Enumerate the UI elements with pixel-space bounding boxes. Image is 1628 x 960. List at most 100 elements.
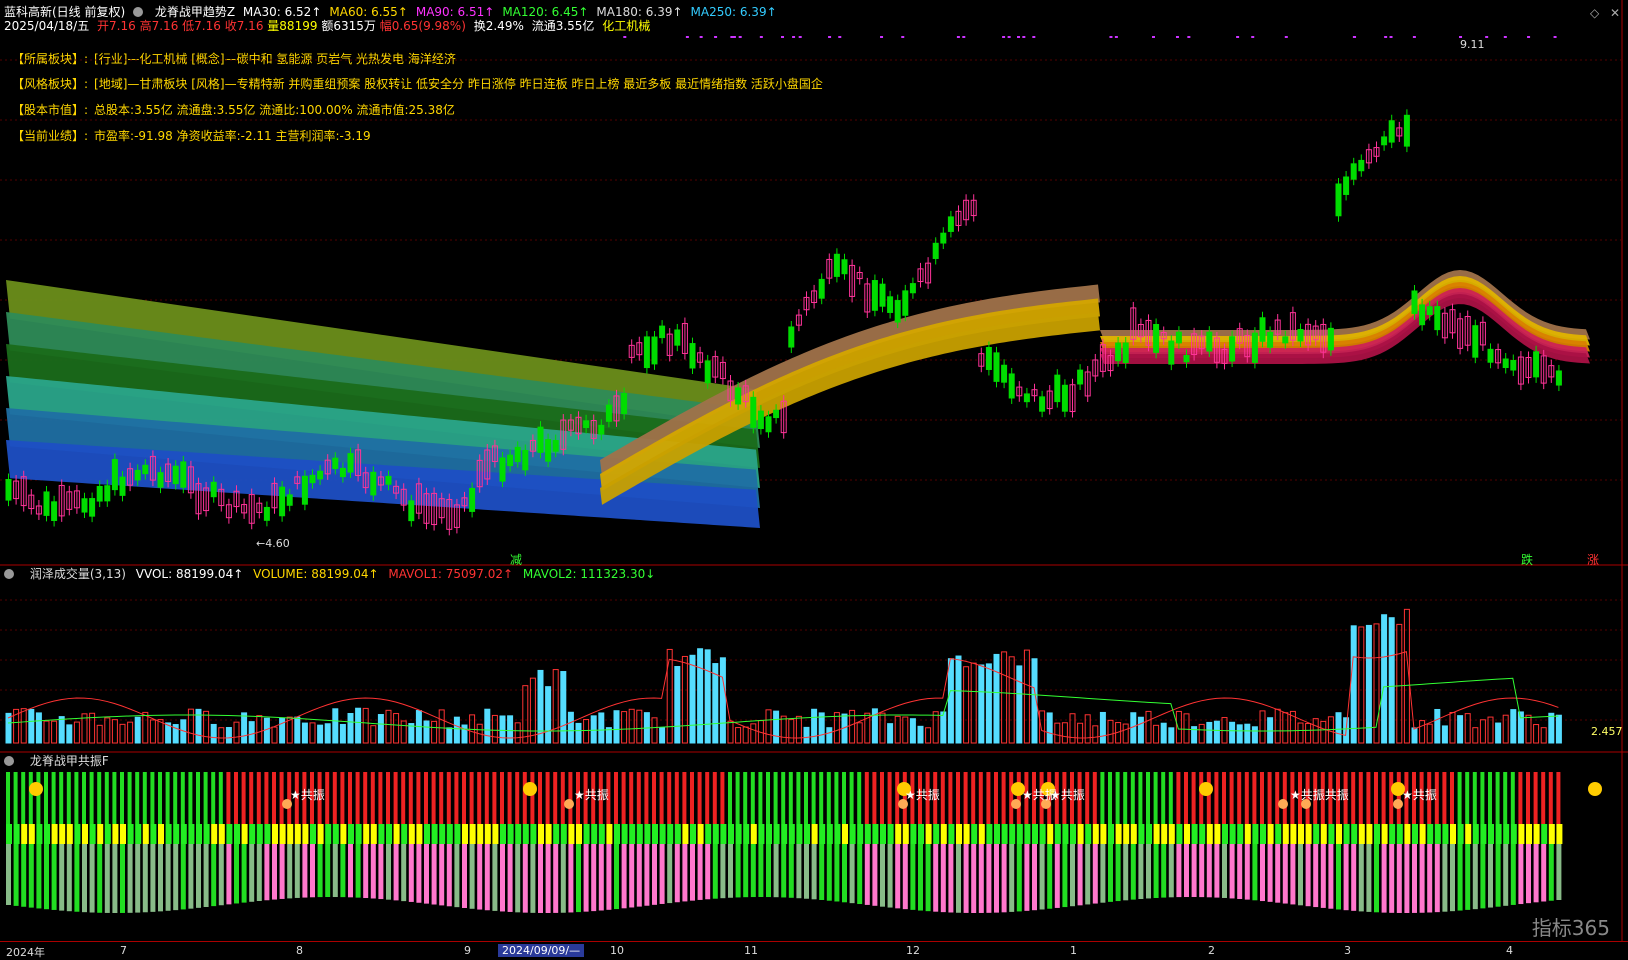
resonance-mid-bar — [1480, 824, 1487, 844]
resonance-mid-bar — [568, 824, 575, 844]
volume-bar — [963, 666, 970, 744]
resonance-top-bar — [766, 772, 770, 824]
volume-bar — [355, 707, 362, 744]
volume-bar — [636, 709, 643, 744]
resonance-low-bar — [576, 844, 581, 913]
time-axis[interactable]: 2024年 7 8 9 2024/09/09/— 10 11 12 1 2 3 … — [0, 941, 1628, 960]
resonance-label: ★共振 — [574, 788, 609, 802]
candle-body — [5, 479, 12, 501]
volume-panel-title[interactable]: 润泽成交量(3,13) — [30, 567, 126, 581]
resonance-mid-bar — [1222, 824, 1228, 844]
resonance-top-bar — [196, 772, 200, 824]
resonance-top-bar — [6, 772, 10, 824]
resonance-low-bar — [1009, 844, 1015, 912]
volume-bar — [1555, 714, 1562, 744]
resonance-low-bar — [1298, 844, 1303, 906]
resonance-top-bar — [819, 772, 824, 824]
resonance-mid-bar — [158, 824, 164, 844]
volume-bar — [567, 711, 574, 744]
resonance-low-bar — [378, 844, 384, 900]
resonance-top-bar — [712, 772, 717, 824]
resonance-low-bar — [1282, 844, 1288, 904]
resonance-mid-bar — [492, 824, 499, 844]
resonance-low-bar — [13, 844, 19, 906]
volume-bar — [788, 718, 795, 744]
resonance-low-bar — [74, 844, 80, 912]
resonance-low-bar — [849, 844, 855, 904]
candle-body — [1502, 358, 1509, 369]
resonance-low-bar — [112, 844, 118, 913]
resonance-low-bar — [720, 844, 726, 899]
volume-bar — [294, 716, 301, 744]
volume-bar — [58, 716, 65, 744]
candle-body — [947, 216, 954, 232]
resonance-low-bar — [1176, 844, 1182, 898]
resonance-low-bar — [21, 844, 27, 907]
volume-bar — [1153, 724, 1160, 744]
resonance-top-bar — [644, 772, 649, 824]
resonance-low-bar — [591, 844, 597, 912]
candle-body — [1335, 183, 1342, 217]
resonance-mid-bar — [545, 824, 552, 844]
resonance-panel-title[interactable]: 龙脊战甲共振F — [30, 754, 109, 768]
candle-body — [317, 470, 324, 480]
resonance-mid-bar — [112, 824, 119, 844]
resonance-label: ★共振 — [1050, 788, 1085, 802]
resonance-mid-bar — [712, 824, 719, 844]
resonance-low-bar — [1503, 844, 1509, 906]
resonance-low-bar — [1039, 844, 1045, 910]
resonance-mid-bar — [446, 824, 453, 844]
resonance-low-bar — [1434, 844, 1440, 913]
resonance-mid-bar — [363, 824, 370, 844]
resonance-mid-bar — [355, 824, 362, 844]
signal-dot — [1022, 36, 1026, 38]
resonance-low-bar — [1146, 844, 1151, 899]
volume-bar — [742, 726, 749, 744]
volume-bar — [750, 723, 757, 744]
candle-body — [621, 393, 628, 414]
axis-cursor-date[interactable]: 2024/09/09/— — [498, 944, 585, 957]
candle-body — [1487, 348, 1494, 363]
volume-bar — [1464, 713, 1471, 744]
resonance-mid-bar — [1206, 824, 1213, 844]
resonance-low-bar — [469, 844, 475, 909]
resonance-mid-bar — [66, 824, 73, 844]
resonance-top-bar — [1488, 772, 1492, 824]
volume-bar — [423, 720, 430, 744]
reduce-marker: 减 — [510, 553, 523, 567]
resonance-top-bar — [36, 772, 41, 824]
resonance-top-bar — [1533, 772, 1538, 824]
resonance-mid-bar — [287, 824, 294, 844]
candle-body — [210, 481, 217, 498]
resonance-low-bar — [1305, 844, 1311, 907]
volume-bar — [1525, 714, 1532, 744]
resonance-top-bar — [28, 772, 33, 824]
resonance-low-bar — [302, 844, 308, 898]
resonance-low-bar — [857, 844, 863, 905]
resonance-top-bar — [553, 772, 558, 824]
volume-bar — [681, 655, 688, 744]
volume-bar — [583, 718, 590, 744]
candle-body — [1175, 331, 1182, 344]
chart-canvas[interactable] — [0, 0, 1628, 941]
resonance-low-bar — [750, 844, 756, 898]
resonance-low-bar — [1389, 844, 1395, 913]
resonance-toggle-icon[interactable] — [4, 754, 20, 768]
resonance-low-bar — [424, 844, 429, 904]
resonance-mid-bar — [811, 824, 818, 844]
resonance-top-bar — [1130, 772, 1135, 824]
volume-bar — [833, 712, 840, 744]
candle-body — [1183, 354, 1190, 363]
resonance-top-bar — [370, 772, 375, 824]
resonance-mid-bar — [1047, 824, 1054, 844]
resonance-mid-bar — [203, 824, 210, 844]
resonance-top-bar — [880, 772, 884, 824]
resonance-low-bar — [834, 844, 840, 902]
volume-bar — [1016, 665, 1023, 744]
volume-toggle-icon[interactable] — [4, 567, 20, 581]
candle-body — [286, 494, 293, 506]
resonance-low-bar — [811, 844, 817, 900]
resonance-mid-bar — [834, 824, 841, 844]
money-bag-icon — [1011, 799, 1021, 809]
resonance-mid-bar — [1533, 824, 1540, 844]
